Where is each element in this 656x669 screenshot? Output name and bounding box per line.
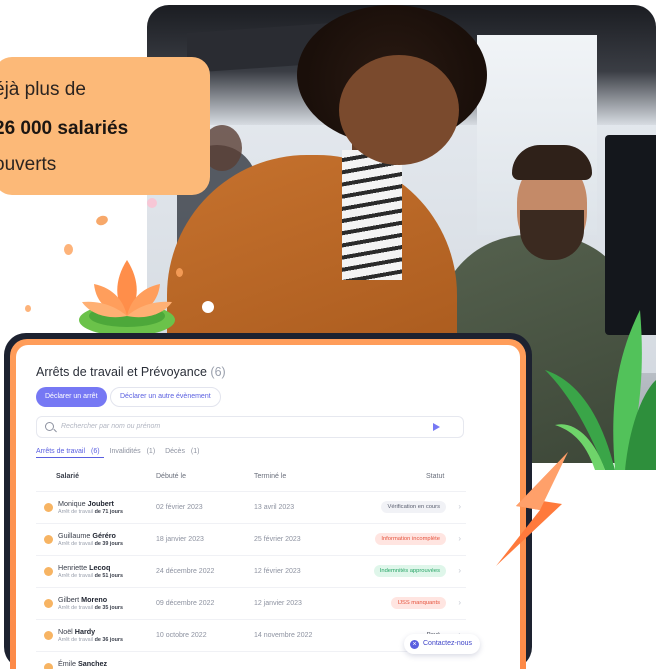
table-row[interactable]: Henriette Lecoq Arrêt de travail de 51 jo…: [36, 555, 466, 587]
avatar: [44, 567, 53, 576]
close-icon[interactable]: ×: [410, 640, 419, 649]
end-date: 12 janvier 2023: [254, 600, 302, 607]
app-screen: Arrêts de travail et Prévoyance (6) Décl…: [16, 345, 520, 669]
employee-name: Émile Sanchez: [58, 659, 108, 668]
start-date: 10 octobre 2022: [156, 632, 207, 639]
avatar: [44, 599, 53, 608]
status-badge: Information incomplète: [375, 533, 446, 545]
employee-name: Guillaume Géréro: [58, 531, 116, 540]
chevron-right-icon[interactable]: ›: [458, 534, 461, 543]
tablet-frame: Arrêts de travail et Prévoyance (6) Décl…: [4, 333, 532, 669]
col-employee: Salarié: [56, 473, 79, 480]
employee-name: Gilbert Moreno: [58, 595, 108, 604]
employee-name: Monique Joubert: [58, 499, 114, 508]
avatar: [44, 535, 53, 544]
lightning-icon: [496, 452, 568, 566]
status-badge: Vérification en cours: [381, 501, 446, 513]
marketing-hero: éjà plus de 26 000 salariés ouverts Arrê…: [0, 0, 656, 669]
stat-line-2: 26 000 salariés: [0, 118, 129, 139]
tab-sick-leave[interactable]: Arrêts de travail (6): [36, 448, 104, 458]
confetti-dot: [25, 305, 31, 312]
leave-duration: Arrêt de travail de 51 jours: [58, 573, 124, 579]
table-row[interactable]: Noël Hardy Arrêt de travail de 36 jours 10…: [36, 619, 466, 651]
start-date: 09 décembre 2022: [156, 600, 215, 607]
chevron-right-icon[interactable]: ›: [458, 598, 461, 607]
table-row[interactable]: Monique Joubert Arrêt de travail de 71 jo…: [36, 491, 466, 523]
employee-name: Noël Hardy: [58, 627, 96, 636]
table-header: Salarié Débuté le Terminé le Statut: [36, 473, 466, 487]
confetti-dot: [94, 214, 110, 227]
employee-name: Henriette Lecoq: [58, 563, 111, 572]
tab-death[interactable]: Décès (1): [165, 448, 203, 455]
start-date: 02 février 2023: [156, 504, 203, 511]
avatar: [44, 663, 53, 669]
leave-duration: Arrêt de travail de 39 jours: [58, 541, 124, 547]
end-date: 14 novembre 2022: [254, 632, 313, 639]
tab-invalidity[interactable]: Invalidités (1): [110, 448, 160, 455]
status-badge: Indemnités approuvées: [373, 565, 446, 577]
chevron-right-icon[interactable]: ›: [458, 566, 461, 575]
declare-other-event-button[interactable]: Déclarer un autre évènement: [110, 387, 221, 407]
page-title: Arrêts de travail et Prévoyance (6): [36, 365, 226, 379]
tab-bar: Arrêts de travail (6) Invalidités (1) Dé…: [36, 448, 207, 462]
stat-card: éjà plus de 26 000 salariés ouverts: [0, 57, 210, 195]
confetti-dot: [202, 301, 214, 313]
end-date: 25 février 2023: [254, 536, 301, 543]
end-date: 13 avril 2023: [254, 504, 295, 511]
start-date: 24 décembre 2022: [156, 568, 215, 575]
col-status: Statut: [426, 473, 445, 480]
leave-duration: Arrêt de travail de 35 jours: [58, 605, 124, 611]
plant-icon: [545, 310, 656, 470]
stat-line-1: éjà plus de: [0, 79, 86, 100]
stat-line-3: ouverts: [0, 154, 57, 175]
confetti-dot: [147, 198, 157, 208]
declare-leave-button[interactable]: Déclarer un arrêt: [36, 387, 107, 407]
contact-button[interactable]: × Contactez-nous: [404, 634, 481, 654]
send-icon[interactable]: [433, 423, 440, 431]
leave-duration: Arrêt de travail de 36 jours: [58, 637, 124, 643]
chevron-right-icon[interactable]: ›: [458, 502, 461, 511]
table-row[interactable]: Guillaume Géréro Arrêt de travail de 39 j…: [36, 523, 466, 555]
leave-duration: Arrêt de travail de 71 jours: [58, 509, 124, 515]
avatar: [44, 503, 53, 512]
lotus-icon: [79, 260, 175, 336]
col-start: Débuté le: [156, 473, 186, 480]
end-date: 12 février 2023: [254, 568, 301, 575]
avatar: [44, 631, 53, 640]
table-row[interactable]: Gilbert Moreno Arrêt de travail de 35 jou…: [36, 587, 466, 619]
start-date: 18 janvier 2023: [156, 536, 204, 543]
search-input[interactable]: Rechercher par nom ou prénom: [36, 416, 464, 438]
status-badge: IJSS manquants: [391, 597, 446, 609]
search-icon: [45, 422, 54, 431]
table-row[interactable]: Émile Sanchez: [36, 651, 466, 669]
col-end: Terminé le: [254, 473, 287, 480]
